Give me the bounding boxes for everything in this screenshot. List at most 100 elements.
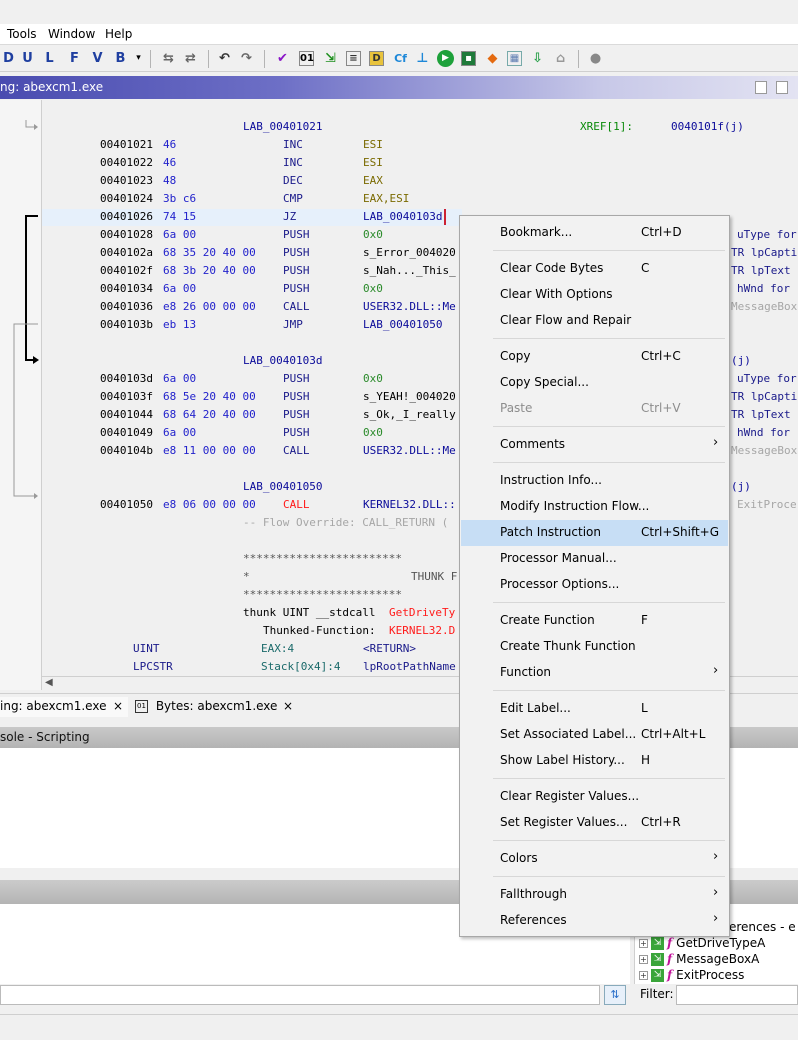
menu-help[interactable]: Help [105,27,132,41]
filter-input[interactable] [676,985,798,1005]
run-icon[interactable]: ▶ [437,50,454,67]
instr-operand[interactable]: ESI [363,138,383,151]
code-label[interactable]: LAB_00401050 [243,480,322,493]
symbol-tree-item[interactable]: + ⇲ f ExitProcess [639,968,744,984]
menu-item-bookmark[interactable]: Bookmark... Ctrl+D [461,220,728,246]
disassemble-button[interactable]: D [0,50,17,67]
instr-mnemonic[interactable]: CALL [283,300,310,313]
instr-address[interactable]: 00401049 [100,426,153,439]
run-script-icon[interactable]: ⇅ [604,985,626,1005]
instr-address[interactable]: 00401024 [100,192,153,205]
undefined-button[interactable]: U [19,50,36,67]
menu-item-set-register-values[interactable]: Set Register Values... Ctrl+R [461,810,728,836]
menu-item-clear-with-options[interactable]: Clear With Options [461,282,728,308]
copy-icon[interactable] [776,81,788,94]
instr-operand[interactable]: s_YEAH!_004020 [363,390,456,403]
instr-mnemonic[interactable]: PUSH [283,390,310,403]
function-button[interactable]: F [66,50,83,67]
network-icon[interactable]: ⌂ [552,50,569,67]
menu-item-function[interactable]: Function › [461,660,728,686]
instr-address[interactable]: 00401034 [100,282,153,295]
export-icon[interactable]: ⇩ [529,50,546,67]
instr-address[interactable]: 00401026 [100,210,153,223]
menu-tools[interactable]: Tools [7,27,37,41]
menu-item-modify-instruction-flow[interactable]: Modify Instruction Flow... [461,494,728,520]
symbol-tree-item[interactable]: + ⇲ f MessageBoxA [639,952,759,968]
instr-operand[interactable]: s_Ok,_I_really [363,408,456,421]
instr-operand[interactable]: EAX [363,174,383,187]
bytes-letter-button[interactable]: B [112,50,129,67]
instr-address[interactable]: 0040103d [100,372,153,385]
instr-mnemonic[interactable]: PUSH [283,246,310,259]
menu-item-colors[interactable]: Colors › [461,846,728,872]
instr-mnemonic[interactable]: CALL [283,498,310,511]
instr-operand[interactable]: LAB_00401050 [363,318,442,331]
instr-address[interactable]: 00401023 [100,174,153,187]
xref-target[interactable]: (j) [731,354,751,367]
dropdown-arrow-icon[interactable]: ▾ [130,50,147,67]
thunked-function-name[interactable]: KERNEL32.D [389,624,455,637]
xref-target[interactable]: 0040101f(j) [671,120,744,133]
scroll-left-icon[interactable]: ◀ [45,677,53,688]
instr-mnemonic[interactable]: PUSH [283,372,310,385]
symbol-tree-item[interactable]: + ⇲ f GetDriveTypeA [639,936,765,952]
menu-item-patch-instruction[interactable]: Patch Instruction Ctrl+Shift+G [461,520,728,546]
instr-mnemonic[interactable]: INC [283,156,303,169]
expand-icon[interactable]: + [639,971,648,980]
instr-operand[interactable]: EAX,ESI [363,192,409,205]
menu-item-clear-register-values[interactable]: Clear Register Values... [461,784,728,810]
instr-operand[interactable]: ESI [363,156,383,169]
code-label[interactable]: LAB_00401021 [243,120,322,133]
tab-listing[interactable]: ing: abexcm1.exe × [0,697,128,717]
menu-item-edit-label[interactable]: Edit Label... L [461,696,728,722]
instr-mnemonic[interactable]: CALL [283,444,310,457]
instr-address[interactable]: 0040102a [100,246,153,259]
instr-operand[interactable]: KERNEL32.DLL:: [363,498,456,511]
menu-item-set-associated-label[interactable]: Set Associated Label... Ctrl+Alt+L [461,722,728,748]
data-icon[interactable]: ≡ [346,51,361,66]
instr-mnemonic[interactable]: PUSH [283,228,310,241]
instr-operand[interactable]: s_Nah..._This_ [363,264,456,277]
instr-mnemonic[interactable]: PUSH [283,282,310,295]
menu-item-show-label-history[interactable]: Show Label History... H [461,748,728,774]
menu-item-copy[interactable]: Copy Ctrl+C [461,344,728,370]
menu-item-clear-code-bytes[interactable]: Clear Code Bytes C [461,256,728,282]
menu-item-comments[interactable]: Comments › [461,432,728,458]
thunk-function-name[interactable]: GetDriveTy [389,606,455,619]
code-label[interactable]: LAB_0040103d [243,354,322,367]
tree-icon[interactable]: ⊥ [414,50,431,67]
instr-mnemonic[interactable]: DEC [283,174,303,187]
function-graph-icon[interactable]: ⇲ [322,50,339,67]
instr-mnemonic[interactable]: CMP [283,192,303,205]
instr-address[interactable]: 0040103b [100,318,153,331]
table-icon[interactable]: ▦ [507,51,522,66]
data-type-icon[interactable]: D [369,51,384,66]
navigate-back-icon[interactable]: ⇆ [160,50,177,67]
instr-operand[interactable]: USER32.DLL::Me [363,444,456,457]
bytes-icon[interactable]: 01 [299,51,314,66]
instr-operand[interactable]: 0x0 [363,372,383,385]
close-icon[interactable]: × [113,699,123,713]
checkmark-icon[interactable]: ✔ [274,50,291,67]
instr-mnemonic[interactable]: JMP [283,318,303,331]
instr-mnemonic[interactable]: PUSH [283,408,310,421]
navigate-forward-icon[interactable]: ⇄ [182,50,199,67]
expand-icon[interactable]: + [639,939,648,948]
instr-operand[interactable]: 0x0 [363,228,383,241]
tab-bytes[interactable]: 01 Bytes: abexcm1.exe × [135,697,297,717]
expand-icon[interactable]: + [639,955,648,964]
menu-item-copy-special[interactable]: Copy Special... [461,370,728,396]
label-button[interactable]: L [41,50,58,67]
instr-address[interactable]: 00401050 [100,498,153,511]
cfg-icon[interactable]: Cf [392,50,409,67]
menu-item-fallthrough[interactable]: Fallthrough › [461,882,728,908]
menu-item-create-thunk-function[interactable]: Create Thunk Function [461,634,728,660]
instr-address[interactable]: 00401044 [100,408,153,421]
instr-mnemonic[interactable]: PUSH [283,426,310,439]
instr-mnemonic[interactable]: JZ [283,210,296,223]
instr-mnemonic[interactable]: PUSH [283,264,310,277]
instr-mnemonic[interactable]: INC [283,138,303,151]
menu-item-instruction-info[interactable]: Instruction Info... [461,468,728,494]
redo-icon[interactable]: ↷ [238,50,255,67]
menu-window[interactable]: Window [48,27,95,41]
